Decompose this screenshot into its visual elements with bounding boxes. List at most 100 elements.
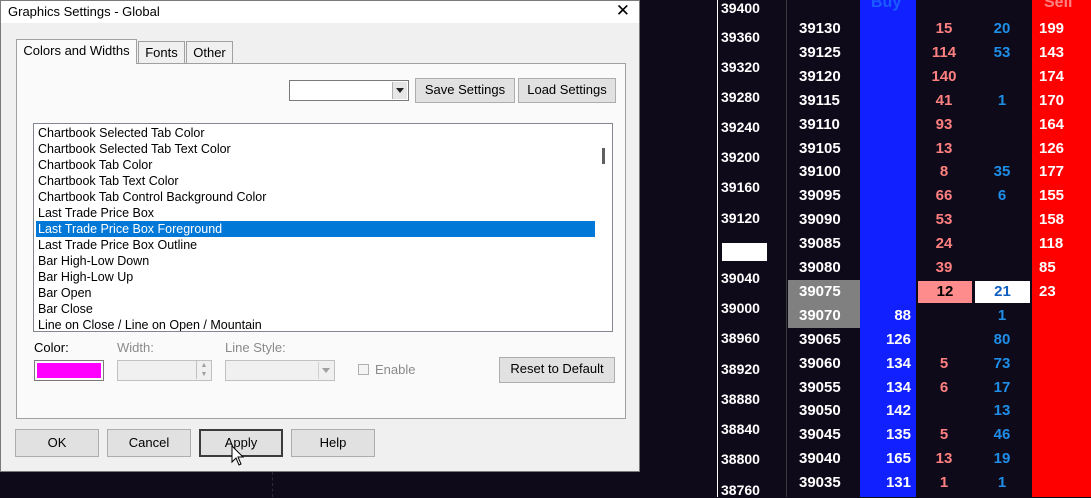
sell-volume-cell[interactable]: 126 xyxy=(1032,137,1091,161)
buy-volume-cell[interactable] xyxy=(860,184,911,208)
buy-volume-cell[interactable] xyxy=(860,232,911,256)
ladder-price-cell[interactable]: 39100 xyxy=(788,160,860,184)
buy-volume-cell[interactable] xyxy=(860,137,911,161)
ask-traded-cell[interactable]: 35 xyxy=(973,160,1031,184)
ladder-price-cell[interactable]: 39045 xyxy=(788,423,860,447)
ask-traded-cell[interactable]: 19 xyxy=(973,447,1031,471)
sell-volume-cell[interactable]: 143 xyxy=(1032,41,1091,65)
bid-traded-cell[interactable]: 39 xyxy=(916,256,972,280)
ladder-price-cell[interactable]: 39055 xyxy=(788,376,860,400)
spin-down-icon[interactable]: ▼ xyxy=(196,370,211,379)
sell-volume-cell[interactable] xyxy=(1032,447,1091,471)
buy-volume-cell[interactable] xyxy=(860,208,911,232)
ask-traded-cell[interactable]: 80 xyxy=(973,328,1031,352)
buy-volume-cell[interactable] xyxy=(860,41,911,65)
ladder-price-cell[interactable]: 39125 xyxy=(788,41,860,65)
ladder-price-cell[interactable]: 39080 xyxy=(788,256,860,280)
sell-volume-cell[interactable]: 177 xyxy=(1032,160,1091,184)
buy-volume-cell[interactable]: 134 xyxy=(860,352,911,376)
bid-traded-cell[interactable]: 41 xyxy=(916,89,972,113)
save-settings-button[interactable]: Save Settings xyxy=(415,78,515,103)
ok-button[interactable]: OK xyxy=(15,429,99,457)
list-item[interactable]: Last Trade Price Box Foreground xyxy=(36,221,598,237)
cancel-button[interactable]: Cancel xyxy=(107,429,191,457)
ladder-price-cell[interactable]: 39065 xyxy=(788,328,860,352)
list-item[interactable]: Chartbook Selected Tab Text Color xyxy=(36,141,598,157)
ask-traded-cell[interactable]: 53 xyxy=(973,41,1031,65)
chevron-down-icon[interactable] xyxy=(318,362,333,379)
list-item[interactable]: Chartbook Tab Control Background Color xyxy=(36,189,598,205)
buy-volume-cell[interactable]: 142 xyxy=(860,399,911,423)
bid-traded-cell[interactable]: 5 xyxy=(916,423,972,447)
ask-traded-cell[interactable] xyxy=(973,232,1031,256)
buy-volume-cell[interactable]: 131 xyxy=(860,471,911,495)
buy-volume-cell[interactable] xyxy=(860,113,911,137)
sell-volume-cell[interactable]: 118 xyxy=(1032,232,1091,256)
ask-traded-cell[interactable]: 1 xyxy=(973,471,1031,495)
settings-preset-dropdown[interactable] xyxy=(289,80,409,101)
list-item[interactable]: Last Trade Price Box Outline xyxy=(36,237,598,253)
chevron-down-icon[interactable] xyxy=(392,82,407,99)
scroll-thumb[interactable] xyxy=(602,148,605,164)
buy-volume-cell[interactable]: 126 xyxy=(860,328,911,352)
line-style-dropdown[interactable] xyxy=(225,360,335,381)
list-item[interactable]: Bar High-Low Down xyxy=(36,253,598,269)
title-bar[interactable]: Graphics Settings - Global ✕ xyxy=(1,1,639,23)
enable-checkbox[interactable] xyxy=(358,364,369,375)
bid-traded-cell[interactable] xyxy=(916,328,972,352)
sell-volume-cell[interactable] xyxy=(1032,399,1091,423)
bid-traded-cell[interactable]: 15 xyxy=(916,17,972,41)
width-spinner[interactable]: ▲ ▼ xyxy=(117,360,212,381)
ladder-price-cell[interactable]: 39040 xyxy=(788,447,860,471)
help-button[interactable]: Help xyxy=(291,429,375,457)
ask-traded-cell[interactable]: 1 xyxy=(973,89,1031,113)
bid-traded-cell[interactable] xyxy=(916,399,972,423)
sell-volume-cell[interactable]: 170 xyxy=(1032,89,1091,113)
buy-volume-cell[interactable] xyxy=(860,17,911,41)
bid-traded-cell[interactable]: 13 xyxy=(916,447,972,471)
bid-traded-cell[interactable]: 53 xyxy=(916,208,972,232)
ladder-price-cell[interactable]: 39050 xyxy=(788,399,860,423)
ladder-price-cell[interactable]: 39085 xyxy=(788,232,860,256)
ask-traded-cell[interactable] xyxy=(973,256,1031,280)
buy-volume-cell[interactable]: 134 xyxy=(860,376,911,400)
buy-volume-cell[interactable]: 135 xyxy=(860,423,911,447)
ladder-price-cell[interactable]: 39120 xyxy=(788,65,860,89)
sell-volume-cell[interactable] xyxy=(1032,352,1091,376)
ask-traded-cell[interactable] xyxy=(973,137,1031,161)
ask-traded-cell[interactable] xyxy=(973,65,1031,89)
sell-volume-cell[interactable] xyxy=(1032,471,1091,495)
tab-fonts[interactable]: Fonts xyxy=(138,41,185,63)
ladder-price-cell[interactable]: 39110 xyxy=(788,113,860,137)
sell-volume-cell[interactable] xyxy=(1032,423,1091,447)
buy-volume-cell[interactable]: 165 xyxy=(860,447,911,471)
bid-traded-cell[interactable]: 24 xyxy=(916,232,972,256)
list-item[interactable]: Bar Open xyxy=(36,285,598,301)
ask-traded-cell[interactable]: 1 xyxy=(973,304,1031,328)
buy-volume-cell[interactable] xyxy=(860,256,911,280)
ask-traded-cell[interactable]: 17 xyxy=(973,376,1031,400)
sell-volume-cell[interactable]: 199 xyxy=(1032,17,1091,41)
buy-volume-cell[interactable] xyxy=(860,160,911,184)
tab-other[interactable]: Other xyxy=(186,41,233,63)
spin-up-icon[interactable]: ▲ xyxy=(196,361,211,370)
ask-traded-cell[interactable] xyxy=(973,113,1031,137)
ladder-price-cell[interactable]: 39115 xyxy=(788,89,860,113)
list-item[interactable]: Last Trade Price Box xyxy=(36,205,598,221)
ladder-price-cell[interactable]: 39035 xyxy=(788,471,860,495)
bid-traded-cell[interactable] xyxy=(916,304,972,328)
bid-traded-cell[interactable]: 140 xyxy=(916,65,972,89)
list-item[interactable]: Chartbook Tab Text Color xyxy=(36,173,598,189)
tab-colors-and-widths[interactable]: Colors and Widths xyxy=(16,39,137,64)
list-item[interactable]: Bar High-Low Up xyxy=(36,269,598,285)
bid-traded-cell[interactable]: 1 xyxy=(916,471,972,495)
ask-traded-cell[interactable]: 46 xyxy=(973,423,1031,447)
bid-traded-cell[interactable]: 8 xyxy=(916,160,972,184)
ladder-price-cell[interactable]: 39075 xyxy=(788,280,860,304)
bid-traded-cell[interactable]: 66 xyxy=(916,184,972,208)
buy-volume-cell[interactable] xyxy=(860,65,911,89)
ladder-price-cell[interactable]: 39070 xyxy=(788,304,860,328)
ask-traded-cell[interactable]: 21 xyxy=(975,281,1030,303)
load-settings-button[interactable]: Load Settings xyxy=(518,78,616,103)
ask-traded-cell[interactable]: 20 xyxy=(973,17,1031,41)
